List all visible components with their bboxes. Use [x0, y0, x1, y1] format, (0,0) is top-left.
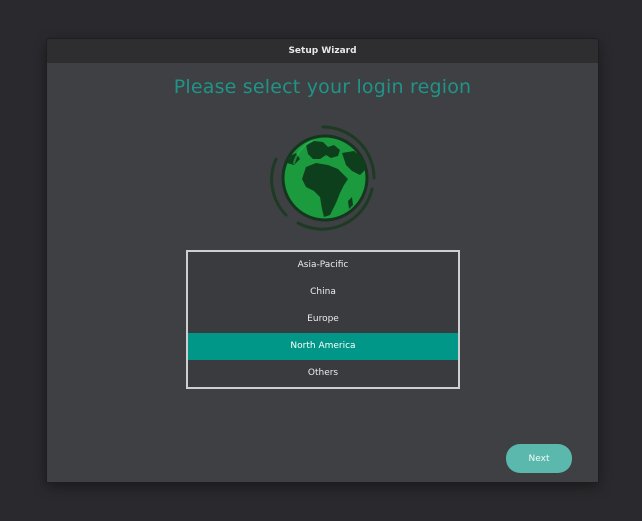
window-titlebar[interactable]: Setup Wizard	[47, 39, 598, 63]
page-title: Please select your login region	[173, 76, 472, 98]
region-item-asia-pacific[interactable]: Asia-Pacific	[188, 252, 458, 279]
globe-icon	[268, 123, 378, 233]
window-title: Setup Wizard	[288, 46, 357, 56]
next-button[interactable]: Next	[506, 444, 572, 473]
desktop: Setup Wizard Please select your login re…	[0, 0, 642, 521]
setup-wizard-window: Setup Wizard Please select your login re…	[47, 39, 598, 482]
region-item-europe[interactable]: Europe	[188, 306, 458, 333]
region-item-china[interactable]: China	[188, 279, 458, 306]
region-item-others[interactable]: Others	[188, 360, 458, 387]
region-item-north-america[interactable]: North America	[188, 333, 458, 360]
region-list[interactable]: Asia-Pacific China Europe North America …	[186, 250, 460, 389]
